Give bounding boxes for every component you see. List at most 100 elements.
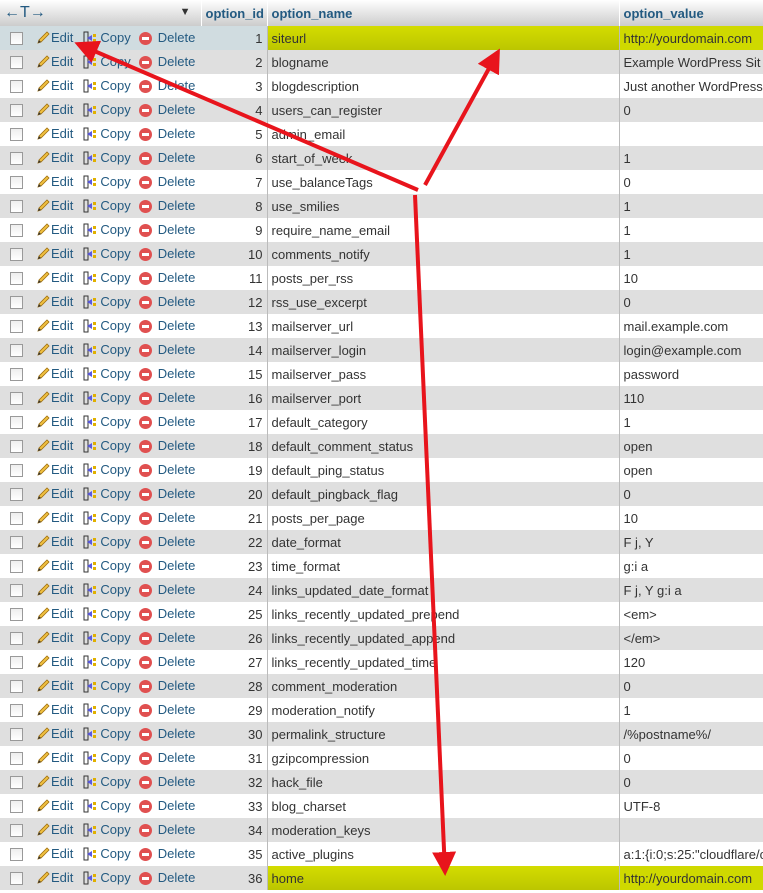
pencil-icon[interactable] bbox=[35, 630, 51, 645]
delete-icon[interactable] bbox=[138, 199, 152, 213]
delete-icon[interactable] bbox=[138, 559, 152, 573]
cell-option-name[interactable]: hack_file bbox=[267, 770, 620, 794]
copy-link[interactable]: Copy bbox=[100, 582, 130, 597]
copy-link[interactable]: Copy bbox=[100, 558, 130, 573]
row-checkbox[interactable] bbox=[10, 103, 23, 117]
delete-link[interactable]: Delete bbox=[158, 846, 196, 861]
pencil-icon[interactable] bbox=[35, 150, 51, 165]
cell-option-value[interactable]: F j, Y g:i a bbox=[619, 578, 763, 602]
cell-option-value[interactable]: /%postname%/ bbox=[619, 722, 763, 746]
delete-link[interactable]: Delete bbox=[158, 246, 196, 261]
delete-link[interactable]: Delete bbox=[158, 54, 196, 69]
cell-option-name[interactable]: posts_per_page bbox=[267, 506, 620, 530]
delete-icon[interactable] bbox=[138, 871, 152, 885]
cell-option-name[interactable]: mailserver_port bbox=[267, 386, 620, 410]
pencil-icon[interactable] bbox=[35, 486, 51, 501]
row-checkbox[interactable] bbox=[10, 847, 23, 861]
copy-icon[interactable] bbox=[77, 78, 100, 93]
row-checkbox[interactable] bbox=[10, 631, 23, 645]
delete-icon[interactable] bbox=[138, 511, 152, 525]
delete-link[interactable]: Delete bbox=[158, 366, 196, 381]
edit-link[interactable]: Edit bbox=[51, 174, 73, 189]
column-header-option-name[interactable]: option_name bbox=[267, 0, 620, 26]
delete-icon[interactable] bbox=[138, 271, 152, 285]
copy-icon[interactable] bbox=[77, 534, 100, 549]
delete-link[interactable]: Delete bbox=[158, 774, 196, 789]
copy-icon[interactable] bbox=[77, 654, 100, 669]
delete-icon[interactable] bbox=[138, 847, 152, 861]
cell-option-value[interactable]: 1 bbox=[619, 698, 763, 722]
edit-link[interactable]: Edit bbox=[51, 462, 73, 477]
pencil-icon[interactable] bbox=[35, 78, 51, 93]
edit-link[interactable]: Edit bbox=[51, 486, 73, 501]
delete-icon[interactable] bbox=[138, 391, 152, 405]
edit-link[interactable]: Edit bbox=[51, 654, 73, 669]
copy-icon[interactable] bbox=[77, 774, 100, 789]
delete-link[interactable]: Delete bbox=[158, 486, 196, 501]
delete-link[interactable]: Delete bbox=[158, 630, 196, 645]
edit-link[interactable]: Edit bbox=[51, 726, 73, 741]
delete-link[interactable]: Delete bbox=[158, 174, 196, 189]
copy-link[interactable]: Copy bbox=[100, 486, 130, 501]
delete-icon[interactable] bbox=[138, 463, 152, 477]
delete-link[interactable]: Delete bbox=[158, 78, 196, 93]
copy-link[interactable]: Copy bbox=[100, 54, 130, 69]
delete-icon[interactable] bbox=[138, 295, 152, 309]
column-header-option-value[interactable]: option_value bbox=[619, 0, 763, 26]
cell-option-value[interactable]: 0 bbox=[619, 98, 763, 122]
copy-icon[interactable] bbox=[77, 606, 100, 621]
delete-icon[interactable] bbox=[138, 367, 152, 381]
cell-option-name[interactable]: date_format bbox=[267, 530, 620, 554]
copy-icon[interactable] bbox=[77, 342, 100, 357]
cell-option-value[interactable]: login@example.com bbox=[619, 338, 763, 362]
cell-option-name[interactable]: use_smilies bbox=[267, 194, 620, 218]
delete-icon[interactable] bbox=[138, 583, 152, 597]
cell-option-value[interactable]: 0 bbox=[619, 290, 763, 314]
cell-option-name[interactable]: posts_per_rss bbox=[267, 266, 620, 290]
cell-option-name[interactable]: comments_notify bbox=[267, 242, 620, 266]
cell-option-value[interactable]: Just another WordPress bbox=[619, 74, 763, 98]
cell-option-name[interactable]: gzipcompression bbox=[267, 746, 620, 770]
cell-option-name[interactable]: blogdescription bbox=[267, 74, 620, 98]
row-checkbox[interactable] bbox=[10, 367, 23, 381]
row-checkbox[interactable] bbox=[10, 799, 23, 813]
column-header-option-id[interactable]: option_id bbox=[201, 0, 268, 26]
row-checkbox[interactable] bbox=[10, 175, 23, 189]
copy-link[interactable]: Copy bbox=[100, 318, 130, 333]
cell-option-name[interactable]: admin_email bbox=[267, 122, 620, 146]
edit-link[interactable]: Edit bbox=[51, 558, 73, 573]
copy-icon[interactable] bbox=[77, 678, 100, 693]
copy-icon[interactable] bbox=[77, 270, 100, 285]
copy-link[interactable]: Copy bbox=[100, 294, 130, 309]
delete-icon[interactable] bbox=[138, 655, 152, 669]
cell-option-value[interactable]: 10 bbox=[619, 506, 763, 530]
delete-icon[interactable] bbox=[138, 439, 152, 453]
cell-option-value[interactable]: 0 bbox=[619, 746, 763, 770]
cell-option-name[interactable]: siteurl bbox=[267, 26, 620, 50]
cell-option-value[interactable]: 1 bbox=[619, 218, 763, 242]
row-checkbox[interactable] bbox=[10, 79, 23, 93]
delete-icon[interactable] bbox=[138, 55, 152, 69]
edit-link[interactable]: Edit bbox=[51, 582, 73, 597]
copy-icon[interactable] bbox=[77, 870, 100, 885]
pencil-icon[interactable] bbox=[35, 606, 51, 621]
cell-option-name[interactable]: links_recently_updated_append bbox=[267, 626, 620, 650]
copy-icon[interactable] bbox=[77, 366, 100, 381]
edit-link[interactable]: Edit bbox=[51, 822, 73, 837]
delete-icon[interactable] bbox=[138, 823, 152, 837]
row-checkbox[interactable] bbox=[10, 607, 23, 621]
delete-icon[interactable] bbox=[138, 679, 152, 693]
edit-link[interactable]: Edit bbox=[51, 102, 73, 117]
cell-option-value[interactable]: password bbox=[619, 362, 763, 386]
edit-link[interactable]: Edit bbox=[51, 630, 73, 645]
delete-link[interactable]: Delete bbox=[158, 30, 196, 45]
cell-option-name[interactable]: blog_charset bbox=[267, 794, 620, 818]
row-checkbox[interactable] bbox=[10, 823, 23, 837]
cell-option-value[interactable]: 0 bbox=[619, 770, 763, 794]
copy-link[interactable]: Copy bbox=[100, 126, 130, 141]
cell-option-value[interactable]: g:i a bbox=[619, 554, 763, 578]
cell-option-name[interactable]: mailserver_login bbox=[267, 338, 620, 362]
cell-option-name[interactable]: links_recently_updated_prepend bbox=[267, 602, 620, 626]
pencil-icon[interactable] bbox=[35, 246, 51, 261]
edit-link[interactable]: Edit bbox=[51, 294, 73, 309]
